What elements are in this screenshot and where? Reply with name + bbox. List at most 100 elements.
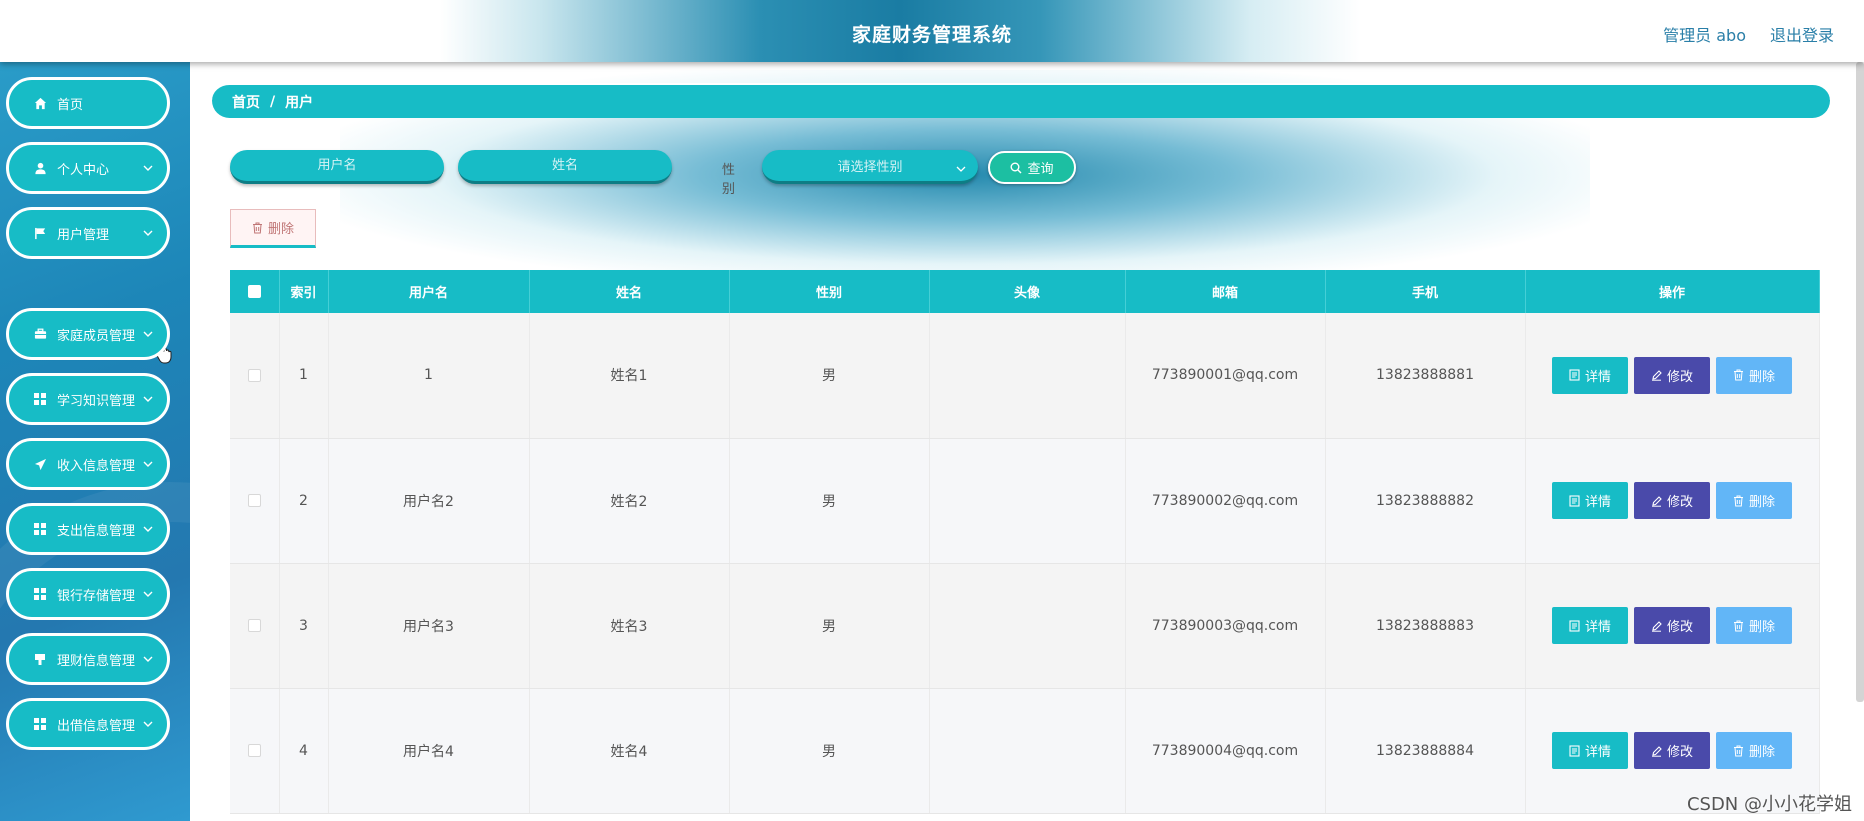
- cell-email: 773890002@qq.com: [1125, 438, 1326, 564]
- batch-delete-label: 删除: [267, 222, 294, 237]
- delete-button-label: 删除: [1748, 369, 1775, 385]
- row-checkbox[interactable]: [247, 744, 261, 757]
- sidebar-item-learning-knowledge[interactable]: 学习知识管理: [6, 373, 170, 425]
- edit-button-label: 修改: [1666, 620, 1693, 635]
- document-icon: [1569, 494, 1580, 507]
- sidebar-item-family-members[interactable]: 家庭成员管理: [6, 308, 170, 360]
- cell-name: 姓名4: [529, 688, 730, 814]
- pencil-icon: [1651, 620, 1662, 632]
- cell-avatar: [929, 438, 1126, 564]
- watermark: CSDN @小小花学姐: [1686, 794, 1852, 815]
- sidebar-item-label: 银行存储管理: [57, 588, 136, 604]
- sidebar-item-personal-center[interactable]: 个人中心: [6, 142, 170, 194]
- grid-icon: [33, 717, 47, 731]
- sidebar-item-label: 出借信息管理: [57, 718, 136, 734]
- chevron-down-icon: [143, 524, 153, 534]
- grid-icon: [33, 587, 47, 601]
- cell-email: 773890003@qq.com: [1125, 563, 1326, 689]
- detail-button-label: 详情: [1584, 745, 1611, 760]
- cell-username: 用户名3: [328, 563, 530, 689]
- batch-delete-button[interactable]: 删除: [230, 209, 316, 248]
- delete-button-label: 删除: [1748, 745, 1775, 760]
- cell-gender: 男: [729, 438, 930, 564]
- sidebar-item-label: 家庭成员管理: [57, 328, 136, 344]
- cell-actions: 详情 修改 删除: [1525, 563, 1820, 689]
- cell-phone: 13823888883: [1325, 563, 1526, 689]
- detail-button[interactable]: 详情: [1552, 732, 1628, 769]
- delete-button[interactable]: 删除: [1716, 607, 1792, 644]
- table-row: 4 用户名4 姓名4 男 773890004@qq.com 13823888884 详情 修改…: [230, 688, 1820, 814]
- pencil-icon: [1651, 745, 1662, 757]
- cell-actions: 详情 修改 删除: [1525, 313, 1820, 439]
- delete-button[interactable]: 删除: [1716, 482, 1792, 519]
- row-checkbox[interactable]: [247, 368, 261, 382]
- table-row: 3 用户名3 姓名3 男 773890003@qq.com 13823888883 详情 修改…: [230, 563, 1820, 689]
- sidebar-item-expense-info[interactable]: 支出信息管理: [6, 503, 170, 555]
- detail-button-label: 详情: [1584, 495, 1611, 510]
- sidebar-item-label: 用户管理: [57, 227, 110, 243]
- sidebar-item-lending-info[interactable]: 出借信息管理: [6, 698, 170, 750]
- chevron-down-icon: [143, 589, 153, 599]
- edit-button[interactable]: 修改: [1634, 732, 1710, 769]
- cell-index: 3: [279, 563, 329, 689]
- cell-gender: 男: [729, 313, 930, 439]
- sidebar-item-bank-deposit[interactable]: 银行存储管理: [6, 568, 170, 620]
- edit-button[interactable]: 修改: [1634, 607, 1710, 644]
- logout-link[interactable]: 退出登录: [1770, 22, 1834, 46]
- sidebar-item-label: 收入信息管理: [57, 458, 136, 474]
- breadcrumb: 首页 / 用户: [212, 83, 1830, 118]
- document-icon: [1569, 369, 1580, 381]
- row-select-cell: [230, 313, 280, 439]
- sidebar-item-user-management[interactable]: 用户管理: [6, 207, 170, 259]
- table-row: 1 1 姓名1 男 773890001@qq.com 13823888881 详情 修改 删除: [230, 313, 1820, 439]
- sidebar-item-home[interactable]: 首页: [6, 77, 170, 129]
- row-checkbox[interactable]: [247, 619, 261, 632]
- sidebar-item-wealth-management[interactable]: 理财信息管理: [6, 633, 170, 685]
- detail-button[interactable]: 详情: [1552, 356, 1628, 394]
- cell-avatar: [929, 563, 1126, 689]
- delete-button-label: 删除: [1748, 495, 1775, 510]
- select-all-checkbox[interactable]: [247, 285, 261, 298]
- page-scrollbar[interactable]: [1856, 62, 1864, 702]
- query-button[interactable]: 查询: [988, 151, 1076, 184]
- column-header: 操作: [1525, 270, 1820, 313]
- cell-gender: 男: [729, 688, 930, 814]
- row-checkbox[interactable]: [247, 494, 261, 507]
- chevron-down-icon: [956, 161, 966, 176]
- send-icon: [33, 457, 47, 471]
- cell-username: 用户名4: [328, 688, 530, 814]
- delete-button[interactable]: 删除: [1716, 356, 1792, 394]
- edit-button-label: 修改: [1666, 369, 1693, 385]
- gender-select[interactable]: 请选择性别: [762, 150, 978, 184]
- document-icon: [1569, 619, 1580, 632]
- pencil-icon: [1651, 370, 1662, 381]
- edit-button[interactable]: 修改: [1634, 482, 1710, 519]
- cell-username: 1: [328, 313, 530, 439]
- document-icon: [1569, 744, 1580, 757]
- cell-avatar: [929, 688, 1126, 814]
- sidebar-item-income-info[interactable]: 收入信息管理: [6, 438, 170, 490]
- breadcrumb-separator: /: [270, 93, 276, 110]
- flag-icon: [33, 226, 47, 240]
- cell-email: 773890001@qq.com: [1125, 313, 1326, 439]
- cell-username: 用户名2: [328, 438, 530, 564]
- detail-button-label: 详情: [1584, 620, 1611, 635]
- column-header: 姓名: [529, 270, 730, 313]
- name-search-input[interactable]: [458, 150, 672, 184]
- detail-button[interactable]: 详情: [1552, 607, 1628, 644]
- detail-button[interactable]: 详情: [1552, 482, 1628, 519]
- cell-index: 1: [279, 313, 329, 439]
- current-user: 管理员 abo: [1663, 26, 1746, 45]
- username-search-input[interactable]: [230, 150, 444, 184]
- detail-button-label: 详情: [1584, 369, 1611, 385]
- column-header: 头像: [929, 270, 1126, 313]
- breadcrumb-home[interactable]: 首页: [232, 92, 260, 112]
- edit-button[interactable]: 修改: [1634, 356, 1710, 394]
- select-all-header: [230, 270, 280, 313]
- column-header: 索引: [279, 270, 329, 313]
- sidebar-item-label: 首页: [57, 97, 84, 113]
- sidebar-item-label: 学习知识管理: [57, 393, 136, 409]
- delete-button[interactable]: 删除: [1716, 732, 1792, 769]
- row-select-cell: [230, 438, 280, 564]
- tag-icon: [33, 652, 47, 666]
